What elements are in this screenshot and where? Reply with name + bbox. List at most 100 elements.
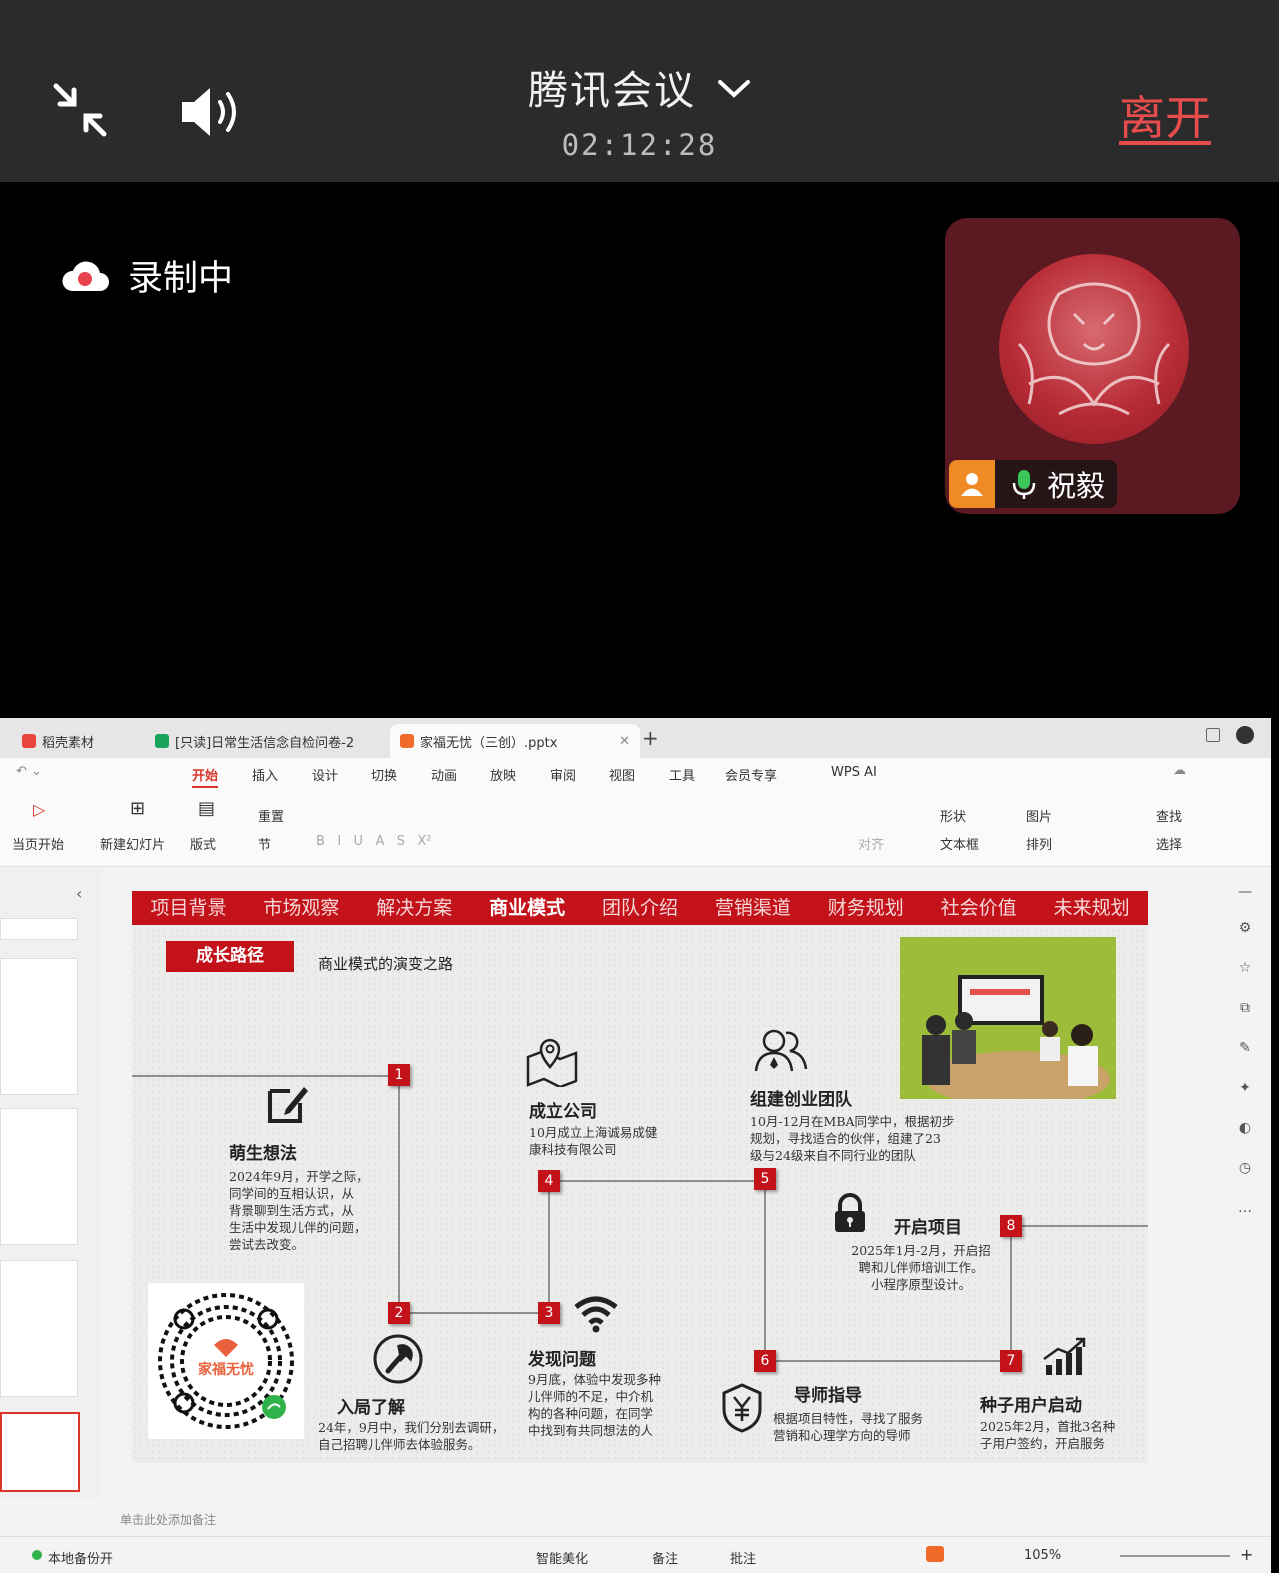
- window-restore-icon[interactable]: [1206, 728, 1220, 742]
- step-title: 入局了解: [337, 1398, 405, 1418]
- layout-button[interactable]: 版式: [190, 834, 216, 853]
- backup-status[interactable]: 本地备份开: [48, 1548, 113, 1567]
- step-title: 开启项目: [894, 1218, 962, 1238]
- mini-program-qr-code: 家福无忧: [148, 1283, 304, 1439]
- new-slide-button[interactable]: 新建幻灯片: [100, 834, 165, 853]
- copy-icon[interactable]: ⧉: [1236, 1000, 1254, 1018]
- menu-view[interactable]: 视图: [609, 765, 635, 784]
- slide-thumbnail-current[interactable]: [0, 1412, 80, 1492]
- collapse-panel-icon[interactable]: ‹: [76, 884, 82, 903]
- slide-thumbnail-panel: ‹: [0, 868, 100, 1498]
- menu-tools[interactable]: 工具: [669, 765, 695, 784]
- tab-sheet[interactable]: [只读]日常生活信念自检问卷-2: [145, 724, 390, 758]
- slide-thumbnail[interactable]: [0, 918, 78, 940]
- menu-bar: ↶ ⌄ 开始 插入 设计 切换 动画 放映 审阅 视图 工具 会员专享 WPS …: [0, 758, 1271, 823]
- step-title: 组建创业团队: [750, 1090, 852, 1110]
- align-button[interactable]: 对齐: [858, 834, 884, 853]
- notes-placeholder[interactable]: 单击此处添加备注: [120, 1511, 216, 1528]
- step-description: 根据项目特性，寻找了服务 营销和心理学方向的导师: [773, 1411, 924, 1443]
- reset-button[interactable]: 重置: [258, 806, 284, 825]
- slide-thumbnail[interactable]: [0, 958, 78, 1095]
- menu-design[interactable]: 设计: [312, 765, 338, 784]
- status-bar: 本地备份开 智能美化 备注 批注 105% +: [0, 1536, 1271, 1573]
- zoom-slider[interactable]: [1120, 1555, 1230, 1557]
- step-description: 10月成立上海诚易成健 康科技有限公司: [529, 1125, 658, 1157]
- menu-review[interactable]: 审阅: [550, 765, 576, 784]
- host-icon: [949, 460, 995, 508]
- smart-beautify-button[interactable]: 智能美化: [536, 1548, 588, 1567]
- participant-tile[interactable]: 祝毅: [945, 218, 1240, 514]
- font-format-group: B I U A S X²: [316, 834, 432, 849]
- step-description: 2024年9月，开学之际， 同学间的互相认识，从 背景聊到生活方式，从 生活中发…: [229, 1169, 369, 1252]
- team-icon: [754, 1029, 808, 1072]
- leave-button[interactable]: 离开: [1119, 82, 1211, 148]
- presentation-icon: [400, 734, 414, 748]
- menu-home[interactable]: 开始: [192, 765, 219, 788]
- slide-thumbnail[interactable]: [0, 1260, 78, 1397]
- growth-chart-icon: [1043, 1337, 1086, 1375]
- wifi-icon: [574, 1296, 618, 1333]
- recording-indicator[interactable]: 录制中: [60, 250, 233, 301]
- arrange-button[interactable]: 排列: [1026, 834, 1052, 853]
- step-marker: 2: [388, 1302, 410, 1324]
- ribbon-toolbar: ▷ 当页开始 ⊞ 新建幻灯片 ▤ 版式 重置 节 B I U A S X² 对齐…: [0, 788, 1271, 867]
- zoom-in-icon[interactable]: +: [1240, 1545, 1253, 1564]
- animation-icon[interactable]: ✦: [1236, 1080, 1254, 1098]
- user-avatar-icon[interactable]: [1236, 726, 1254, 744]
- step-marker: 8: [1000, 1215, 1022, 1237]
- meeting-timer: 02:12:28: [561, 128, 718, 162]
- slide-thumbnail[interactable]: [0, 1108, 78, 1245]
- shape-button[interactable]: 形状: [940, 806, 966, 825]
- find-button[interactable]: 查找: [1156, 806, 1182, 825]
- textbox-button[interactable]: 文本框: [940, 834, 979, 853]
- map-pin-icon: [526, 1038, 578, 1087]
- meeting-topbar: 腾讯会议 02:12:28 离开: [0, 0, 1279, 182]
- play-icon[interactable]: ▷: [33, 800, 45, 819]
- step-description: 2025年1月-2月，开启招 聘和儿伴师培训工作。 小程序原型设计。: [851, 1243, 991, 1292]
- picture-button[interactable]: 图片: [1026, 806, 1052, 825]
- menu-member[interactable]: 会员专享: [725, 765, 777, 784]
- tab-docer[interactable]: 稻壳素材: [12, 724, 152, 758]
- cloud-sync-icon[interactable]: ☁: [1173, 763, 1186, 778]
- undo-icon[interactable]: ↶ ⌄: [16, 764, 42, 779]
- step-title: 萌生想法: [229, 1144, 297, 1164]
- menu-wps-ai[interactable]: WPS AI: [831, 765, 877, 780]
- comment-button[interactable]: 批注: [730, 1548, 756, 1567]
- collapse-icon[interactable]: —: [1236, 884, 1254, 902]
- step-marker: 1: [388, 1064, 410, 1086]
- step-marker: 7: [1000, 1350, 1022, 1372]
- meeting-title[interactable]: 腾讯会议: [528, 68, 696, 114]
- qr-brand-text: 家福无忧: [198, 1362, 254, 1378]
- notes-button[interactable]: 备注: [652, 1548, 678, 1567]
- properties-icon[interactable]: ⚙: [1236, 920, 1254, 938]
- tools-icon[interactable]: ✎: [1236, 1040, 1254, 1058]
- beautify-icon[interactable]: ◐: [1236, 1120, 1254, 1138]
- zoom-level[interactable]: 105%: [1024, 1548, 1061, 1563]
- history-icon[interactable]: ◷: [1236, 1160, 1254, 1178]
- participant-name: 祝毅: [1047, 469, 1106, 503]
- play-from-current-button[interactable]: 当页开始: [12, 834, 64, 853]
- menu-animation[interactable]: 动画: [431, 765, 457, 784]
- chevron-down-icon[interactable]: [717, 78, 751, 100]
- section-button[interactable]: 节: [258, 834, 271, 853]
- slide-canvas[interactable]: 项目背景 市场观察 解决方案 商业模式 团队介绍 营销渠道 财务规划 社会价值 …: [132, 891, 1148, 1463]
- star-icon[interactable]: ☆: [1236, 960, 1254, 978]
- app-tab-bar: 稻壳素材 [只读]日常生活信念自检问卷-2 家福无忧（三创）.pptx ✕ +: [0, 718, 1271, 758]
- more-icon[interactable]: …: [1236, 1200, 1254, 1218]
- select-button[interactable]: 选择: [1156, 834, 1182, 853]
- docer-icon: [22, 734, 36, 748]
- tab-presentation[interactable]: 家福无忧（三创）.pptx ✕: [390, 724, 640, 758]
- close-icon[interactable]: ✕: [619, 734, 630, 749]
- slideshow-icon[interactable]: [926, 1546, 944, 1562]
- layout-icon[interactable]: ▤: [198, 798, 215, 819]
- step-description: 2025年2月，首批3名种 子用户签约，开启服务: [980, 1419, 1116, 1451]
- new-tab-icon[interactable]: +: [642, 726, 659, 750]
- spreadsheet-icon: [155, 734, 169, 748]
- menu-slideshow[interactable]: 放映: [490, 765, 516, 784]
- menu-insert[interactable]: 插入: [252, 765, 278, 784]
- new-slide-icon[interactable]: ⊞: [130, 798, 145, 819]
- participant-nametag: 祝毅: [949, 460, 1118, 508]
- step-marker: 4: [538, 1170, 560, 1192]
- menu-transition[interactable]: 切换: [371, 765, 397, 784]
- step-marker: 5: [754, 1168, 776, 1190]
